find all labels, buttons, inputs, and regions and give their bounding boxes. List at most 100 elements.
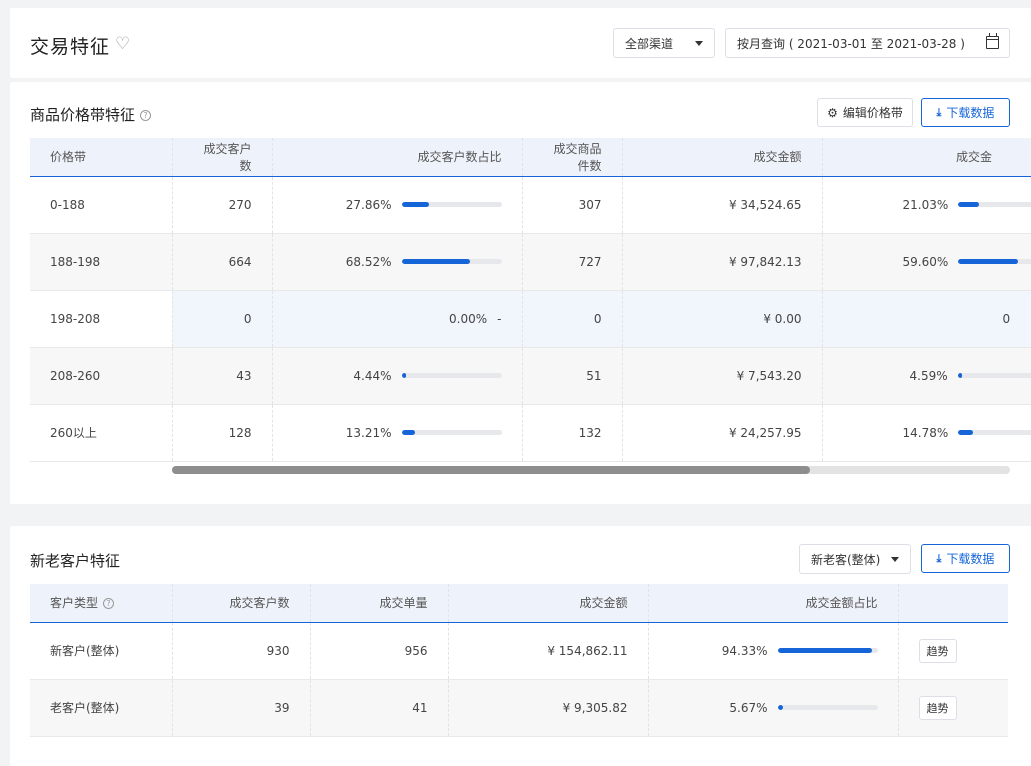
progress-fill xyxy=(401,373,406,378)
progress-fill xyxy=(401,259,471,264)
customer-pct-cell: 68.52% xyxy=(271,233,522,291)
gear-icon: ⚙ xyxy=(827,105,838,120)
column-header[interactable]: 价格带 xyxy=(30,138,172,177)
price-band-title: 商品价格带特征? xyxy=(30,104,152,125)
channel-select[interactable]: 全部渠道 xyxy=(613,28,715,58)
progress-bar xyxy=(957,373,1031,378)
customer-pct-cell: 0.00% - xyxy=(271,290,522,348)
amount-cell: ¥ 24,257.95 xyxy=(621,404,822,462)
download-price-band-label: 下载数据 xyxy=(946,106,995,120)
amount-pct-cell: 14.78% xyxy=(821,404,1031,462)
page-title: 交易特征 xyxy=(30,36,111,58)
customer-header-row: 客户类型? 成交客户数 成交单量 成交金额 成交金额占比 xyxy=(30,584,1008,623)
date-range-label: 按月查询 ( 2021-03-01 至 2021-03-28 ) xyxy=(737,36,965,51)
progress-fill xyxy=(777,705,784,710)
column-header[interactable]: 成交客户数 xyxy=(171,138,272,177)
progress-bar xyxy=(401,373,502,378)
download-customer-label: 下载数据 xyxy=(946,552,995,566)
amount-pct-cell: 5.67% xyxy=(647,679,898,737)
heart-icon[interactable]: ♡ xyxy=(115,34,130,54)
items-cell: 0 xyxy=(521,290,622,348)
progress-bar xyxy=(958,430,1031,435)
date-range-picker[interactable]: 按月查询 ( 2021-03-01 至 2021-03-28 ) xyxy=(725,28,1010,58)
column-header[interactable]: 成交客户数 xyxy=(171,584,310,623)
column-header[interactable]: 成交金额 xyxy=(447,584,648,623)
customer-pct-cell: 27.86% xyxy=(271,176,522,234)
horizontal-scrollbar[interactable] xyxy=(172,466,1010,474)
top-strip xyxy=(0,0,1031,8)
type-cell: 新客户(整体) xyxy=(30,622,172,680)
amount-cell: ¥ 7,543.20 xyxy=(621,347,822,405)
amount-pct-text: 21.03% xyxy=(902,197,949,212)
table-row: 198-208 0 0.00% - 0 ¥ 0.00 0 xyxy=(30,290,1031,348)
calendar-icon xyxy=(986,33,999,49)
download-customer-button[interactable]: ⤓ 下载数据 xyxy=(921,544,1010,573)
trend-button[interactable]: 趋势 xyxy=(918,638,957,663)
customer-pct-text: 4.44% xyxy=(353,368,392,383)
column-header[interactable]: 成交金 xyxy=(821,138,1031,177)
customer-pct-text: 0.00% xyxy=(449,311,488,326)
amount-pct-text: 0 xyxy=(1002,311,1011,326)
scrollbar-thumb[interactable] xyxy=(172,466,810,474)
band-cell: 208-260 xyxy=(30,347,172,405)
orders-cell: 956 xyxy=(309,622,448,680)
progress-bar xyxy=(958,202,1031,207)
amount-pct-cell: 4.59% xyxy=(821,347,1031,405)
progress-bar xyxy=(777,648,878,653)
band-cell: 198-208 xyxy=(30,290,172,348)
price-band-title-text: 商品价格带特征 xyxy=(30,106,136,124)
orders-cell: 41 xyxy=(309,679,448,737)
progress-fill xyxy=(958,430,974,435)
amount-pct-text: 14.78% xyxy=(902,425,949,440)
table-row: 188-198 664 68.52% 727 ¥ 97,842.13 59.60… xyxy=(30,233,1031,291)
trend-cell: 趋势 xyxy=(897,622,1008,680)
download-icon: ⤓ xyxy=(936,105,942,119)
header-card: 交易特征 ♡ 全部渠道 按月查询 ( 2021-03-01 至 2021-03-… xyxy=(10,8,1031,78)
amount-cell: ¥ 97,842.13 xyxy=(621,233,822,291)
trend-button[interactable]: 趋势 xyxy=(918,695,957,720)
amount-cell: ¥ 0.00 xyxy=(621,290,822,348)
customer-table: 客户类型? 成交客户数 成交单量 成交金额 成交金额占比 新客户(整体) 930… xyxy=(30,584,1008,737)
progress-fill xyxy=(957,373,963,378)
help-icon[interactable]: ? xyxy=(103,598,115,610)
customer-pct-text: 27.86% xyxy=(345,197,392,212)
table-row: 0-188 270 27.86% 307 ¥ 34,524.65 21.03% xyxy=(30,176,1031,234)
progress-bar xyxy=(401,202,502,207)
customers-cell: 664 xyxy=(171,233,272,291)
customer-type-select[interactable]: 新老客(整体) xyxy=(799,544,911,574)
column-header[interactable]: 成交金额 xyxy=(621,138,822,177)
column-header[interactable]: 客户类型? xyxy=(30,584,172,623)
amount-pct-cell: 59.60% xyxy=(821,233,1031,291)
progress-fill xyxy=(777,648,872,653)
amount-cell: ¥ 34,524.65 xyxy=(621,176,822,234)
column-header[interactable]: 成交商品件数 xyxy=(521,138,622,177)
amount-pct-text: 4.59% xyxy=(909,368,948,383)
items-cell: 51 xyxy=(521,347,622,405)
price-band-card: 商品价格带特征? ⚙ 编辑价格带 ⤓ 下载数据 价格带 成交客户数 成交客户数占… xyxy=(10,82,1031,504)
table-row: 208-260 43 4.44% 51 ¥ 7,543.20 4.59% xyxy=(30,347,1031,405)
amount-cell: ¥ 154,862.11 xyxy=(447,622,648,680)
customers-cell: 128 xyxy=(171,404,272,462)
customer-card: 新老客户特征 新老客(整体) ⤓ 下载数据 客户类型? 成交客户数 成交单量 成… xyxy=(10,526,1031,766)
column-header[interactable]: 成交客户数占比 xyxy=(271,138,522,177)
column-header[interactable]: 成交单量 xyxy=(309,584,448,623)
customer-pct-text: 13.21% xyxy=(345,425,392,440)
download-price-band-button[interactable]: ⤓ 下载数据 xyxy=(921,98,1010,127)
progress-bar xyxy=(958,259,1031,264)
column-header[interactable]: 成交金额占比 xyxy=(647,584,898,623)
amount-pct-cell: 21.03% xyxy=(821,176,1031,234)
customer-pct-cell: 4.44% xyxy=(271,347,522,405)
caret-down-icon xyxy=(891,556,899,562)
type-cell: 老客户(整体) xyxy=(30,679,172,737)
amount-pct-text: 94.33% xyxy=(721,643,768,658)
amount-pct-cell: 0 xyxy=(821,290,1031,348)
trend-cell: 趋势 xyxy=(897,679,1008,737)
customer-pct-cell: 13.21% xyxy=(271,404,522,462)
band-cell: 188-198 xyxy=(30,233,172,291)
edit-price-band-button[interactable]: ⚙ 编辑价格带 xyxy=(817,98,913,127)
table-row: 260以上 128 13.21% 132 ¥ 24,257.95 14.78% xyxy=(30,404,1031,462)
customers-cell: 43 xyxy=(171,347,272,405)
customer-pct-dash: - xyxy=(497,311,502,326)
help-icon[interactable]: ? xyxy=(140,110,152,121)
price-band-table: 价格带 成交客户数 成交客户数占比 成交商品件数 成交金额 成交金 0-188 … xyxy=(30,138,1031,462)
